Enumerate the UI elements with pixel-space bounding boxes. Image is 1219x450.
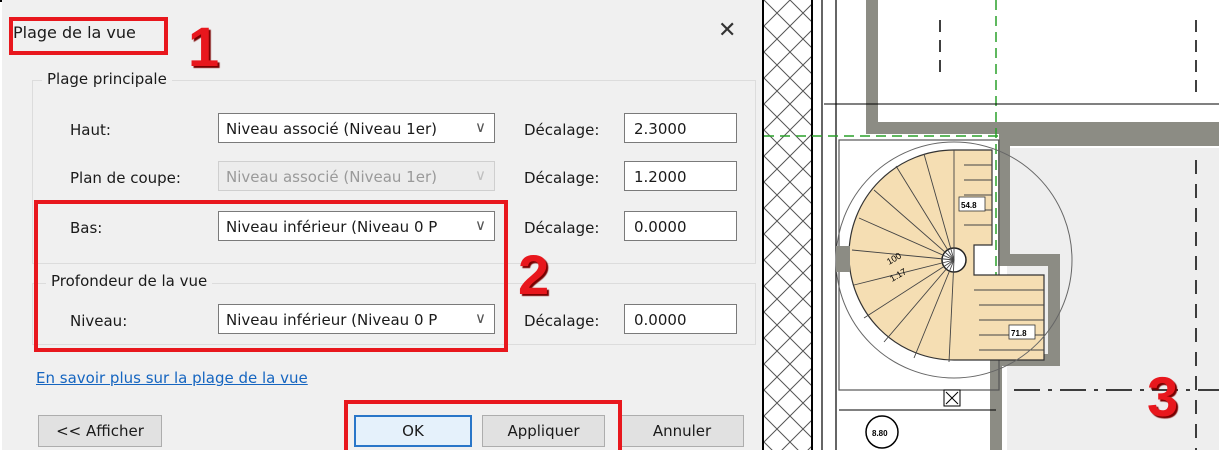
annotation-marker-1: 1 xyxy=(188,15,220,78)
room-tag-1: 54.8 xyxy=(961,201,977,210)
depth-offset-input[interactable]: 0.0000 xyxy=(624,304,737,334)
hatched-wall-left xyxy=(764,0,812,450)
show-button[interactable]: << Afficher xyxy=(38,415,162,447)
top-level-select[interactable]: Niveau associé (Niveau 1er) ∨ xyxy=(218,113,495,143)
bottom-offset-label: Décalage: xyxy=(524,219,600,237)
cancel-button[interactable]: Annuler xyxy=(620,415,744,447)
cut-plane-select: Niveau associé (Niveau 1er) ∨ xyxy=(218,161,495,191)
view-depth-title: Profondeur de la vue xyxy=(46,272,213,290)
bottom-offset-input[interactable]: 0.0000 xyxy=(624,211,737,241)
chevron-down-icon: ∨ xyxy=(475,166,486,184)
close-icon[interactable]: ✕ xyxy=(718,18,736,43)
annotation-marker-3: 3 xyxy=(1147,365,1179,428)
dialog-title: Plage de la vue xyxy=(13,23,136,42)
top-offset-input[interactable]: 2.3000 xyxy=(624,113,737,143)
chevron-down-icon: ∨ xyxy=(475,216,486,234)
top-level-value: Niveau associé (Niveau 1er) xyxy=(226,120,437,138)
ok-button[interactable]: OK xyxy=(354,415,472,447)
cut-plane-offset-label: Décalage: xyxy=(524,169,600,187)
cut-plane-offset-input[interactable]: 1.2000 xyxy=(624,161,737,191)
annotation-marker-2: 2 xyxy=(518,243,550,306)
chevron-down-icon: ∨ xyxy=(475,118,486,136)
bottom-label: Bas: xyxy=(70,219,103,237)
depth-level-value: Niveau inférieur (Niveau 0 P xyxy=(226,311,438,329)
chevron-down-icon: ∨ xyxy=(475,309,486,327)
view-range-dialog: Plage de la vue ✕ Plage principale Haut:… xyxy=(2,0,762,450)
top-offset-label: Décalage: xyxy=(524,121,600,139)
bottom-level-select[interactable]: Niveau inférieur (Niveau 0 P ∨ xyxy=(218,211,495,241)
elevation-tag: 8.80 xyxy=(872,429,888,438)
top-room xyxy=(872,0,1219,108)
bottom-level-value: Niveau inférieur (Niveau 0 P xyxy=(226,218,438,236)
apply-button[interactable]: Appliquer xyxy=(482,415,605,447)
depth-level-select[interactable]: Niveau inférieur (Niveau 0 P ∨ xyxy=(218,304,495,334)
room-tag-2: 71.8 xyxy=(1011,329,1027,338)
depth-level-label: Niveau: xyxy=(70,312,128,330)
cut-plane-label: Plan de coupe: xyxy=(70,169,181,187)
top-label: Haut: xyxy=(70,121,111,139)
depth-offset-label: Décalage: xyxy=(524,312,600,330)
floor-plan-view: 54.8 71.8 1.17 100 8.80 3 xyxy=(764,0,1219,450)
main-range-title: Plage principale xyxy=(42,70,172,88)
cut-plane-value: Niveau associé (Niveau 1er) xyxy=(226,168,437,186)
help-link[interactable]: En savoir plus sur la plage de la vue xyxy=(36,369,308,387)
